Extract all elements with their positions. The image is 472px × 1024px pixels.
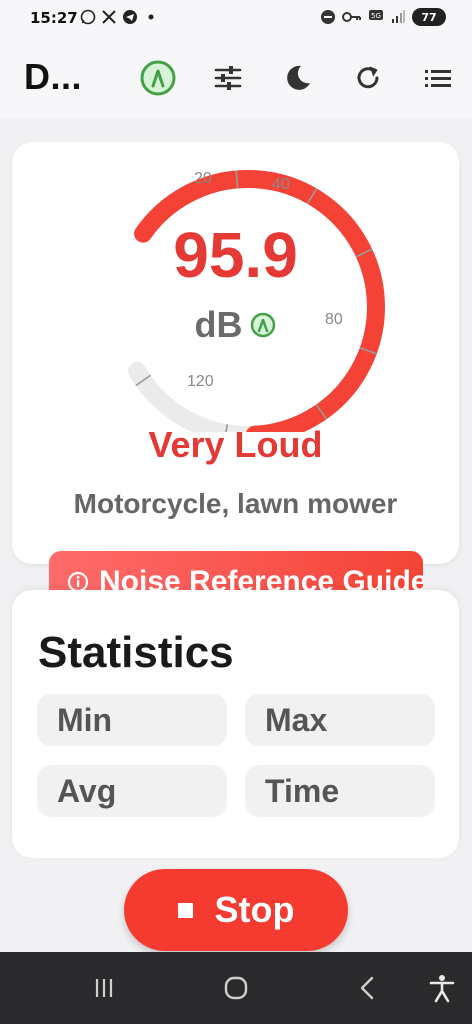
statistics-card: Statistics Min Max Avg Time: [12, 590, 459, 858]
statistics-title: Statistics: [38, 628, 234, 677]
menu-list-button[interactable]: [418, 58, 458, 98]
refresh-button[interactable]: [348, 58, 388, 98]
stat-min-label: Min: [57, 701, 113, 738]
unit-label: dB: [194, 304, 243, 345]
tick-label-120: 120: [187, 373, 214, 390]
unit-row: dB: [12, 304, 459, 346]
dnd-icon: [320, 9, 336, 25]
sensor-indicator-icon: [140, 60, 176, 96]
sliders-icon: [214, 66, 242, 90]
noise-level-label: Very Loud: [148, 424, 323, 465]
home-button[interactable]: [216, 970, 256, 1006]
stat-time-label: Time: [265, 772, 340, 809]
back-button[interactable]: [348, 970, 388, 1006]
recent-apps-icon: [95, 979, 113, 997]
accessibility-button[interactable]: [422, 970, 462, 1006]
stat-time: Time: [245, 765, 435, 817]
sensor-indicator-button[interactable]: [138, 58, 178, 98]
back-icon: [360, 976, 374, 1000]
stat-min: Min: [37, 694, 227, 746]
network-5g-icon: 5G: [368, 9, 384, 25]
dot-icon: [143, 9, 159, 25]
decibel-reading: 95.9: [173, 219, 298, 291]
x-icon: [101, 9, 117, 25]
key-icon: [342, 9, 362, 25]
stat-avg-label: Avg: [57, 772, 117, 809]
home-icon: [224, 976, 248, 1000]
system-nav-bar: [0, 952, 472, 1024]
status-bar: 15:27 5G 77: [0, 0, 472, 38]
meter-card: 20 40 80 120 95.9 dB Very Loud Motorcycl…: [12, 142, 459, 564]
moon-icon: [287, 65, 310, 90]
status-time: 15:27: [30, 9, 78, 27]
app-title: D...: [24, 56, 83, 97]
telegram-icon: [122, 9, 138, 25]
list-icon: [425, 70, 451, 87]
refresh-icon: [357, 66, 379, 89]
stop-button[interactable]: Stop: [124, 869, 348, 951]
settings-sliders-button[interactable]: [208, 58, 248, 98]
noise-example-label: Motorcycle, lawn mower: [73, 488, 398, 519]
app-actions: [138, 58, 458, 98]
svg-text:5G: 5G: [371, 12, 381, 20]
battery-icon: 77: [412, 8, 446, 26]
signal-icon: [390, 9, 406, 25]
dark-mode-button[interactable]: [278, 58, 318, 98]
stop-label: Stop: [214, 889, 295, 930]
tick-label-20: 20: [194, 170, 212, 187]
sensor-indicator-icon: [250, 312, 275, 338]
accessibility-icon: [429, 975, 455, 1003]
whatsapp-icon: [80, 9, 96, 25]
notification-icons: [80, 9, 159, 25]
stat-max-label: Max: [265, 701, 328, 738]
system-icons: 5G 77: [320, 8, 446, 26]
stat-max: Max: [245, 694, 435, 746]
app-bar: D...: [0, 38, 472, 118]
stop-icon: [177, 902, 193, 918]
stat-avg: Avg: [37, 765, 227, 817]
recent-apps-button[interactable]: [84, 970, 124, 1006]
tick-label-40: 40: [272, 176, 290, 193]
